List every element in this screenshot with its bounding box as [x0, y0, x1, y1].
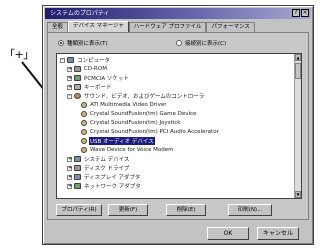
properties-button[interactable]: プロパティ(R): [56, 204, 102, 216]
view-by-connection-label: 接続別に表示(C): [185, 41, 227, 47]
keyboard-icon: [74, 84, 81, 90]
cdrom-icon: [74, 66, 81, 72]
tree-item-label: キーボード: [84, 85, 112, 91]
view-by-connection-option[interactable]: 接続別に表示(C): [176, 39, 226, 47]
tree-item-label: ネットワーク アダプタ: [84, 184, 141, 190]
sound-device-icon: [81, 102, 87, 108]
tree-item-label: CD-ROM: [84, 66, 107, 72]
pcmcia-icon: [74, 75, 81, 81]
expand-icon[interactable]: +: [67, 174, 72, 180]
collapse-icon[interactable]: -: [60, 57, 65, 63]
refresh-button[interactable]: 更新(F): [108, 204, 148, 216]
window-title: システムのプロパティ: [50, 10, 110, 17]
tab-general[interactable]: 全般: [47, 22, 69, 32]
tree-subitem-label: USB オーディオ デバイス: [89, 137, 155, 145]
view-by-type-label: 種類別に表示(T): [67, 41, 108, 47]
tree-item-label: ディスク ドライブ: [84, 166, 130, 172]
tree-item-network[interactable]: + ネットワーク アダプタ: [67, 181, 142, 191]
vertical-scrollbar[interactable]: ▲ ▼: [294, 54, 301, 198]
expand-icon[interactable]: +: [67, 84, 72, 90]
sound-device-icon: [81, 111, 87, 117]
tree-subitem-label: Crystal SoundFusion(tm) PCI Audio Accele…: [90, 129, 219, 135]
tree-item-label: PCMCIA ソケット: [84, 76, 129, 82]
usb-audio-icon: [81, 138, 87, 144]
close-button[interactable]: ×: [301, 9, 309, 17]
expand-icon[interactable]: +: [67, 66, 72, 72]
sound-device-icon: [81, 120, 87, 126]
tab-strip: 全般 デバイス マネージャ ハードウェア プロファイル パフォーマンス: [47, 21, 255, 32]
system-icon: [74, 156, 81, 162]
ok-button[interactable]: OK: [207, 227, 249, 240]
collapse-icon[interactable]: -: [67, 93, 72, 99]
scroll-up-icon[interactable]: ▲: [295, 54, 301, 61]
device-tree[interactable]: - コンピュータ + CD-ROM + PCMCIA ソケット + キーボード …: [56, 53, 302, 199]
sound-icon: [74, 93, 81, 99]
tree-item-label: ディスプレイ アダプタ: [84, 175, 141, 181]
tree-subitem-label: Wave Device for Voice Modem: [90, 147, 174, 153]
expand-icon[interactable]: +: [67, 183, 72, 189]
tree-subitem-label: ATI Multimedia Video Driver: [90, 102, 167, 108]
tree-item-label: システム デバイス: [84, 157, 130, 163]
scroll-thumb[interactable]: [295, 63, 301, 79]
cancel-button[interactable]: キャンセル: [257, 227, 299, 240]
tab-performance[interactable]: パフォーマンス: [206, 22, 255, 32]
device-manager-panel: 種類別に表示(T) 接続別に表示(C) - コンピュータ + CD-ROM + …: [47, 32, 309, 220]
title-bar[interactable]: システムのプロパティ ? ×: [45, 8, 311, 19]
view-by-type-option[interactable]: 種類別に表示(T): [58, 39, 108, 47]
display-icon: [74, 174, 81, 180]
radio-by-type[interactable]: [58, 40, 64, 46]
tree-root-label: コンピュータ: [77, 58, 111, 64]
help-button[interactable]: ?: [292, 9, 300, 17]
tab-hardware-profiles[interactable]: ハードウェア プロファイル: [128, 22, 207, 32]
print-button[interactable]: 印刷(N)...: [228, 204, 272, 216]
scroll-down-icon[interactable]: ▼: [295, 191, 301, 198]
expand-icon[interactable]: +: [67, 75, 72, 81]
tab-device-manager[interactable]: デバイス マネージャ: [68, 21, 129, 32]
tree-subitem-label: Crystal SoundFusion(tm) Joystick: [90, 120, 181, 126]
disk-icon: [74, 165, 81, 171]
network-icon: [74, 183, 81, 189]
tree-subitem-label: Crystal SoundFusion(tm) Game Device: [90, 111, 197, 117]
radio-by-connection[interactable]: [176, 40, 182, 46]
remove-button[interactable]: 削除(E): [166, 204, 206, 216]
tree-item-label: サウンド、ビデオ、およびゲームのコントローラ: [84, 94, 205, 100]
computer-icon: [67, 57, 74, 63]
sound-device-icon: [81, 129, 87, 135]
expand-icon[interactable]: +: [67, 165, 72, 171]
sound-device-icon: [81, 147, 87, 153]
system-properties-dialog: システムのプロパティ ? × 全般 デバイス マネージャ ハードウェア プロファ…: [42, 5, 314, 245]
expand-icon[interactable]: +: [67, 156, 72, 162]
